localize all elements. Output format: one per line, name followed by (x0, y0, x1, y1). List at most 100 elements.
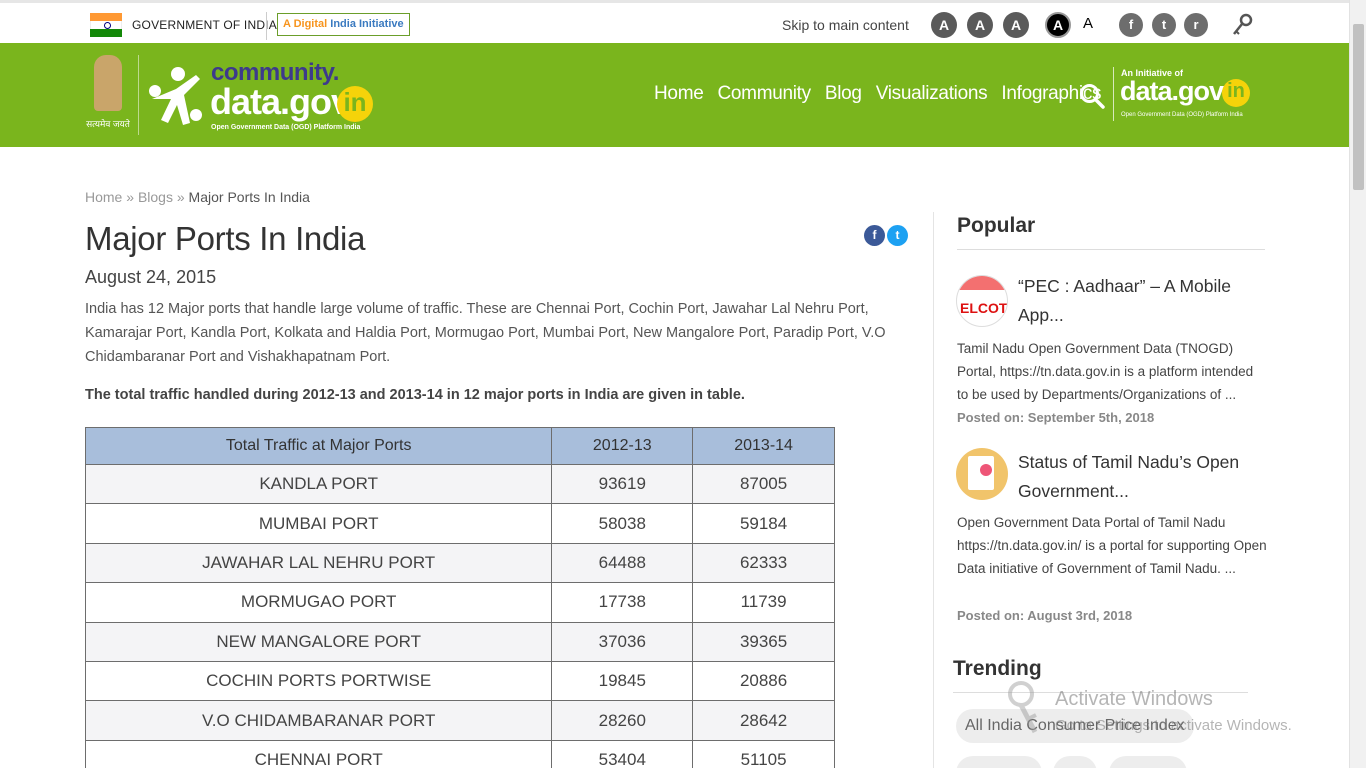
national-emblem-icon[interactable]: सत्यमेव जयते (86, 55, 130, 137)
article-intro: India has 12 Major ports that handle lar… (85, 301, 886, 365)
logo-datagov-text[interactable]: data.gov (210, 81, 351, 123)
table-row: NEW MANGALORE PORT 37036 39365 (84, 621, 835, 662)
table-row: KANDLA PORT 93619 87005 (84, 463, 835, 505)
trending-tag[interactable] (1109, 756, 1187, 768)
table-row: V.O CHIDAMBARANAR PORT 28260 28642 (84, 700, 835, 741)
port-name-cell: COCHIN PORTS PORTWISE (84, 660, 553, 702)
traffic-2012-13-cell: 53404 (551, 739, 694, 768)
trending-tag[interactable] (1053, 756, 1097, 768)
article-lead: The total traffic handled during 2012-13… (85, 387, 745, 403)
column-header-2012-13: 2012-13 (551, 427, 694, 465)
breadcrumb-home[interactable]: Home (85, 189, 122, 205)
divider (266, 12, 267, 40)
traffic-2013-14-cell: 39365 (692, 621, 835, 662)
ports-traffic-table: Total Traffic at Major Ports 2012-13 201… (84, 427, 835, 768)
page-title: Major Ports In India (85, 220, 366, 257)
government-of-india-link[interactable]: GOVERNMENT OF INDIA (132, 18, 277, 32)
site-header: सत्यमेव जयते community. data.gov in Open… (0, 43, 1349, 147)
port-name-cell: MUMBAI PORT (84, 503, 553, 544)
port-name-cell: MORMUGAO PORT (84, 582, 553, 623)
facebook-icon[interactable]: f (1119, 13, 1143, 37)
traffic-2012-13-cell: 19845 (551, 660, 694, 702)
nav-blog[interactable]: Blog (825, 83, 862, 105)
share-buttons: f t (864, 225, 908, 246)
popular-post-description: Tamil Nadu Open Government Data (TNOGD) … (957, 341, 1254, 402)
emblem-motto: सत्यमेव जयते (86, 119, 130, 129)
trending-heading: Trending (953, 657, 1042, 680)
trending-tag[interactable] (956, 756, 1042, 768)
port-name-cell: V.O CHIDAMBARANAR PORT (84, 700, 553, 741)
popular-post-description: Open Government Data Portal of Tamil Nad… (957, 515, 1267, 576)
traffic-2012-13-cell: 58038 (551, 503, 694, 544)
font-decrease-button[interactable]: A (931, 12, 957, 38)
table-row: JAWAHAR LAL NEHRU PORT 64488 62333 (84, 542, 835, 584)
breadcrumb-blogs[interactable]: Blogs (138, 189, 173, 205)
popular-post-title[interactable]: “PEC : Aadhaar” – A Mobile App... (1018, 272, 1258, 330)
traffic-2012-13-cell: 93619 (551, 463, 694, 505)
india-flag-icon (90, 13, 122, 37)
windows-key-icon (1008, 681, 1038, 734)
breadcrumb-separator: » (122, 189, 138, 205)
breadcrumb-separator: » (172, 189, 189, 205)
post-thumbnail[interactable]: ELCOT (956, 275, 1008, 327)
nav-visualizations[interactable]: Visualizations (876, 83, 988, 105)
traffic-2013-14-cell: 20886 (692, 660, 835, 702)
government-bar: GOVERNMENT OF INDIA A Digital India Init… (0, 0, 1349, 43)
port-name-cell: NEW MANGALORE PORT (84, 621, 553, 662)
login-key-icon[interactable] (1231, 13, 1253, 37)
activate-windows-subtitle: Go to Settings to activate Windows. (1055, 717, 1292, 734)
popular-post-date: Posted on: August 3rd, 2018 (957, 608, 1133, 623)
nav-community[interactable]: Community (717, 83, 811, 105)
nav-home[interactable]: Home (654, 83, 704, 105)
normal-contrast-button[interactable]: A (1083, 15, 1093, 32)
popular-post-date: Posted on: September 5th, 2018 (957, 410, 1155, 425)
digital-india-prefix: A Digital (283, 18, 331, 30)
twitter-icon[interactable]: t (1152, 13, 1176, 37)
traffic-2013-14-cell: 11739 (692, 582, 835, 623)
thumbnail-text: ELCOT (960, 300, 1008, 316)
digital-india-suffix: India Initiative (330, 18, 404, 30)
post-thumbnail[interactable] (956, 448, 1008, 500)
divider (1113, 67, 1114, 121)
traffic-2013-14-cell: 62333 (692, 542, 835, 584)
traffic-2013-14-cell: 59184 (692, 503, 835, 544)
port-name-cell: KANDLA PORT (84, 463, 553, 505)
divider (138, 55, 139, 135)
page-scrollbar[interactable] (1349, 0, 1366, 768)
post-date: August 24, 2015 (85, 267, 217, 287)
search-icon[interactable] (1079, 83, 1105, 109)
traffic-2013-14-cell: 87005 (692, 463, 835, 505)
share-twitter-icon[interactable]: t (887, 225, 908, 246)
logo-tagline: Open Government Data (OGD) Platform Indi… (211, 124, 361, 131)
popular-post-title[interactable]: Status of Tamil Nadu’s Open Government..… (1018, 448, 1258, 506)
digital-india-badge[interactable]: A Digital India Initiative (277, 13, 410, 36)
skip-to-main-content-link[interactable]: Skip to main content (782, 17, 909, 33)
divider (957, 249, 1265, 250)
breadcrumb-current: Major Ports In India (188, 189, 310, 205)
font-normal-button[interactable]: A (967, 12, 993, 38)
font-increase-button[interactable]: A (1003, 12, 1029, 38)
logo-in-badge: in (337, 86, 373, 122)
traffic-2013-14-cell: 28642 (692, 700, 835, 741)
table-row: COCHIN PORTS PORTWISE 19845 20886 (84, 660, 835, 702)
datagov-tagline: Open Government Data (OGD) Platform Indi… (1121, 112, 1243, 118)
table-row: MUMBAI PORT 58038 59184 (84, 503, 835, 544)
rss-icon[interactable]: r (1184, 13, 1208, 37)
traffic-2012-13-cell: 17738 (551, 582, 694, 623)
scrollbar-thumb[interactable] (1353, 24, 1364, 190)
traffic-2012-13-cell: 64488 (551, 542, 694, 584)
traffic-2012-13-cell: 28260 (551, 700, 694, 741)
column-header-port: Total Traffic at Major Ports (84, 427, 553, 465)
column-header-2013-14: 2013-14 (692, 427, 835, 465)
datagov-in-badge: in (1222, 79, 1250, 107)
table-header-row: Total Traffic at Major Ports 2012-13 201… (84, 427, 835, 465)
datagov-logo-text[interactable]: data.gov (1120, 76, 1224, 107)
popular-heading: Popular (957, 214, 1036, 237)
sidebar-divider (933, 212, 934, 768)
traffic-2012-13-cell: 37036 (551, 621, 694, 662)
community-people-icon (149, 67, 202, 125)
high-contrast-button[interactable]: A (1045, 12, 1071, 38)
traffic-2013-14-cell: 51105 (692, 739, 835, 768)
main-nav: Home Community Blog Visualizations Infog… (654, 83, 1115, 105)
share-facebook-icon[interactable]: f (864, 225, 885, 246)
